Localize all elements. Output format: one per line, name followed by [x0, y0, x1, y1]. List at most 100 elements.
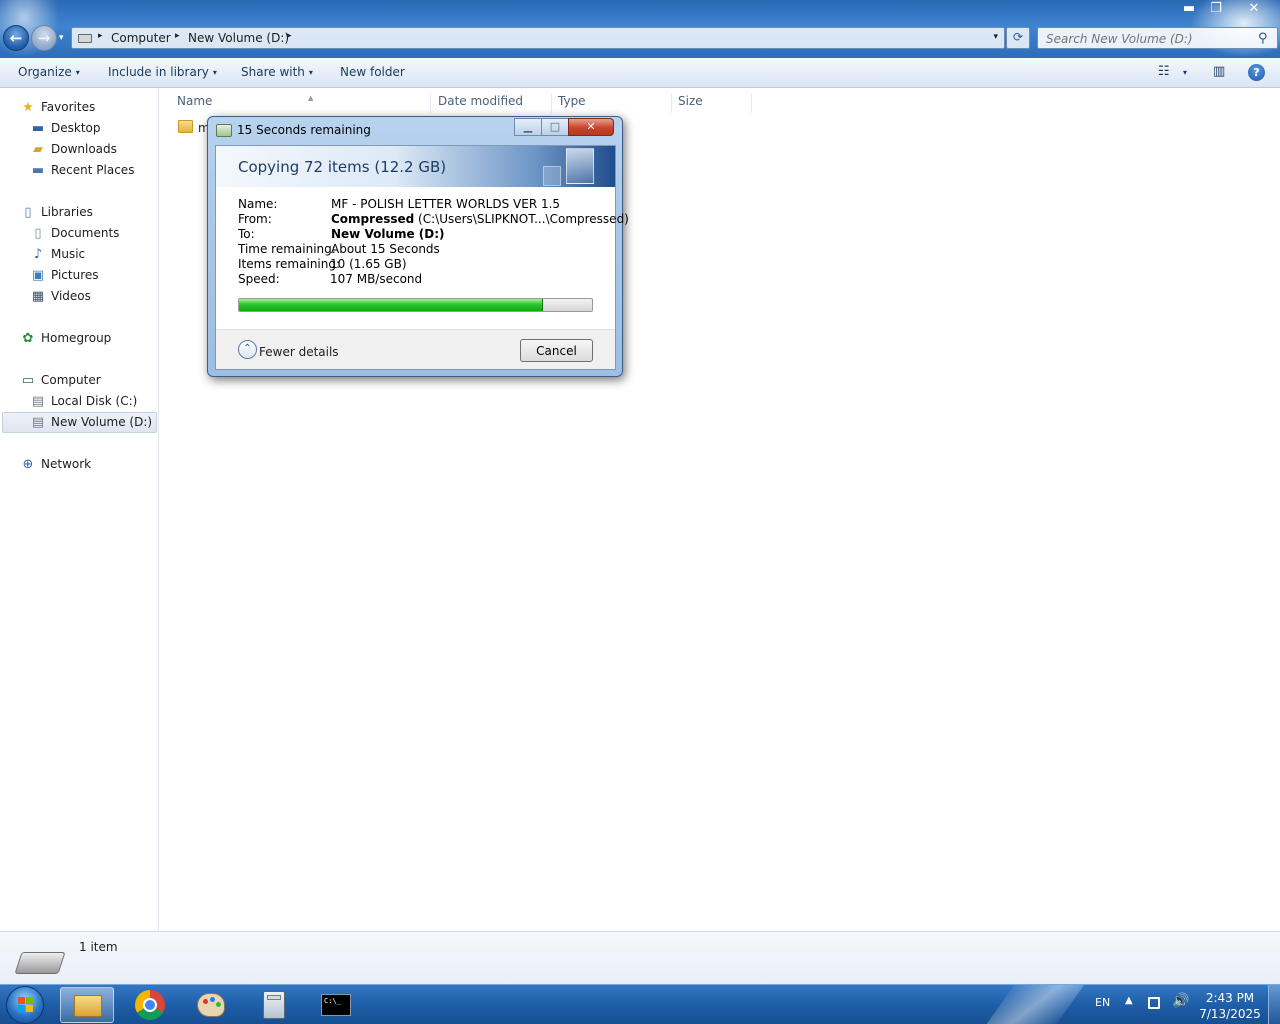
new-folder-button[interactable]: New folder [340, 65, 405, 79]
change-view-icon[interactable]: ☷ [1158, 64, 1170, 79]
window-restore-button[interactable]: ❐ [1203, 0, 1229, 18]
sidebar-item-documents[interactable]: ▯ Documents [30, 224, 150, 244]
from-source-path: (C:\Users\SLIPKNOT...\Compressed) [418, 212, 629, 226]
sidebar-item-label: Network [41, 457, 92, 471]
sidebar-item-label: Pictures [51, 268, 99, 282]
computer-icon: ▭ [21, 373, 35, 388]
share-with-button[interactable]: Share with ▾ [241, 65, 313, 79]
breadcrumb-separator-icon[interactable]: ▸ [175, 31, 180, 41]
detail-value: Compressed (C:\Users\SLIPKNOT...\Compres… [331, 212, 629, 226]
taskbar-cmd-button[interactable]: C:\_ [309, 987, 363, 1023]
column-header-label: Name [177, 94, 213, 108]
back-button[interactable]: ← [3, 25, 29, 51]
copy-progress-bar [238, 298, 593, 312]
sidebar-item-pictures[interactable]: ▣ Pictures [30, 266, 150, 286]
sort-ascending-icon: ▲ [308, 94, 314, 102]
detail-label: Name: [238, 197, 278, 211]
detail-value: MF - POLISH LETTER WORLDS VER 1.5 [331, 197, 561, 211]
details-pane: 1 item [0, 931, 1280, 984]
show-desktop-button[interactable] [1268, 985, 1280, 1024]
breadcrumb-computer[interactable]: Computer [111, 31, 171, 45]
taskbar-chrome-button[interactable] [124, 987, 178, 1023]
network-tray-icon[interactable] [1148, 997, 1160, 1009]
breadcrumb-separator-icon[interactable]: ▸ [287, 31, 292, 41]
window-minimize-button[interactable]: ▬ [1176, 0, 1202, 18]
dialog-minimize-button[interactable]: ▁ [514, 118, 542, 136]
taskbar-explorer-button[interactable] [60, 987, 114, 1023]
sidebar-item-downloads[interactable]: ▰ Downloads [30, 140, 150, 160]
windows-logo-icon [18, 997, 34, 1013]
command-prompt-icon: C:\_ [321, 994, 351, 1016]
sidebar-item-label: Documents [51, 226, 120, 240]
pictures-icon: ▣ [31, 268, 45, 283]
sidebar-item-label: Recent Places [51, 163, 135, 177]
clock-date[interactable]: 7/13/2025 [1195, 1007, 1265, 1021]
column-header-size[interactable]: Size [672, 93, 752, 113]
column-header-name[interactable]: Name ▲ [171, 93, 431, 113]
search-input[interactable] [1037, 27, 1278, 49]
language-indicator[interactable]: EN [1095, 996, 1110, 1009]
from-source-name: Compressed [331, 212, 415, 226]
organize-button[interactable]: Organize ▾ [18, 65, 80, 79]
preview-pane-icon[interactable]: ▥ [1213, 64, 1225, 79]
address-bar[interactable]: ▸ Computer ▸ New Volume (D:) ▸ ▾ [71, 27, 1005, 49]
disk-icon: ▤ [31, 415, 45, 430]
dialog-close-button[interactable]: ✕ [568, 118, 614, 136]
breadcrumb-new-volume[interactable]: New Volume (D:) [188, 31, 289, 45]
dialog-footer: ⌃ Fewer details Cancel [216, 329, 615, 369]
detail-label: Time remaining: [238, 242, 336, 256]
sidebar-item-homegroup[interactable]: ✿ Homegroup [20, 329, 150, 349]
include-in-library-button[interactable]: Include in library ▾ [108, 65, 217, 79]
sidebar-item-desktop[interactable]: ▬ Desktop [30, 119, 150, 139]
address-dropdown-icon[interactable]: ▾ [993, 32, 998, 42]
taskbar-calculator-button[interactable] [247, 987, 301, 1023]
paint-palette-icon [197, 993, 225, 1017]
detail-value: About 15 Seconds [331, 242, 440, 256]
fewer-details-toggle[interactable]: Fewer details [259, 345, 339, 359]
sidebar-item-libraries[interactable]: ▯ Libraries [20, 203, 150, 223]
show-hidden-icons-icon[interactable]: ▲ [1125, 995, 1133, 1006]
copy-icon [216, 124, 232, 137]
sidebar-item-label: Homegroup [41, 331, 112, 345]
detail-value: 10 (1.65 GB) [330, 257, 407, 271]
column-header-date-modified[interactable]: Date modified [432, 93, 552, 113]
sidebar-item-music[interactable]: ♪ Music [30, 245, 150, 265]
window-close-button[interactable]: ✕ [1239, 0, 1269, 18]
detail-value: 107 MB/second [330, 272, 423, 286]
documents-icon: ▯ [34, 226, 42, 241]
sidebar-item-videos[interactable]: ▦ Videos [30, 287, 150, 307]
column-header-type[interactable]: Type [552, 93, 672, 113]
chevron-up-icon[interactable]: ⌃ [238, 340, 257, 359]
destination-name: New Volume (D:) [331, 227, 445, 241]
refresh-button[interactable]: ⟳ [1006, 27, 1030, 49]
forward-button[interactable]: → [31, 25, 57, 51]
taskbar-decoration [978, 985, 1092, 1024]
sidebar-item-favorites[interactable]: ★ Favorites [20, 98, 150, 118]
cancel-button[interactable]: Cancel [520, 339, 593, 362]
search-icon[interactable]: ⚲ [1258, 31, 1268, 46]
detail-value: New Volume (D:) [331, 227, 445, 241]
detail-label: Speed: [238, 272, 280, 286]
sidebar-item-network[interactable]: ⊕ Network [20, 455, 150, 475]
sidebar-item-computer[interactable]: ▭ Computer [20, 371, 150, 391]
chevron-down-icon: ▾ [75, 68, 80, 77]
sidebar-item-recent-places[interactable]: ▬ Recent Places [30, 161, 150, 181]
breadcrumb-separator-icon[interactable]: ▸ [98, 31, 103, 41]
dialog-maximize-button[interactable]: □ [541, 118, 569, 136]
sidebar-item-local-disk-c[interactable]: ▤ Local Disk (C:) [30, 392, 150, 412]
taskbar-paint-button[interactable] [185, 987, 239, 1023]
command-bar: Organize ▾ Include in library ▾ Share with… [0, 58, 1280, 88]
organize-label: Organize [18, 65, 72, 79]
sidebar-item-label: Music [51, 247, 86, 261]
help-icon[interactable]: ? [1248, 64, 1265, 81]
music-icon: ♪ [33, 247, 43, 262]
start-button[interactable] [6, 986, 44, 1024]
sidebar-item-new-volume-d[interactable]: ▤ New Volume (D:) [2, 412, 157, 433]
clock-time[interactable]: 2:43 PM [1195, 991, 1265, 1005]
recent-pages-dropdown-icon[interactable]: ▾ [59, 33, 64, 43]
homegroup-icon: ✿ [22, 331, 34, 346]
detail-label: Items remaining: [238, 257, 341, 271]
sidebar-item-label: Desktop [51, 121, 101, 135]
volume-icon[interactable]: 🔊 [1172, 993, 1189, 1009]
view-options-dropdown-icon[interactable]: ▾ [1183, 68, 1187, 77]
